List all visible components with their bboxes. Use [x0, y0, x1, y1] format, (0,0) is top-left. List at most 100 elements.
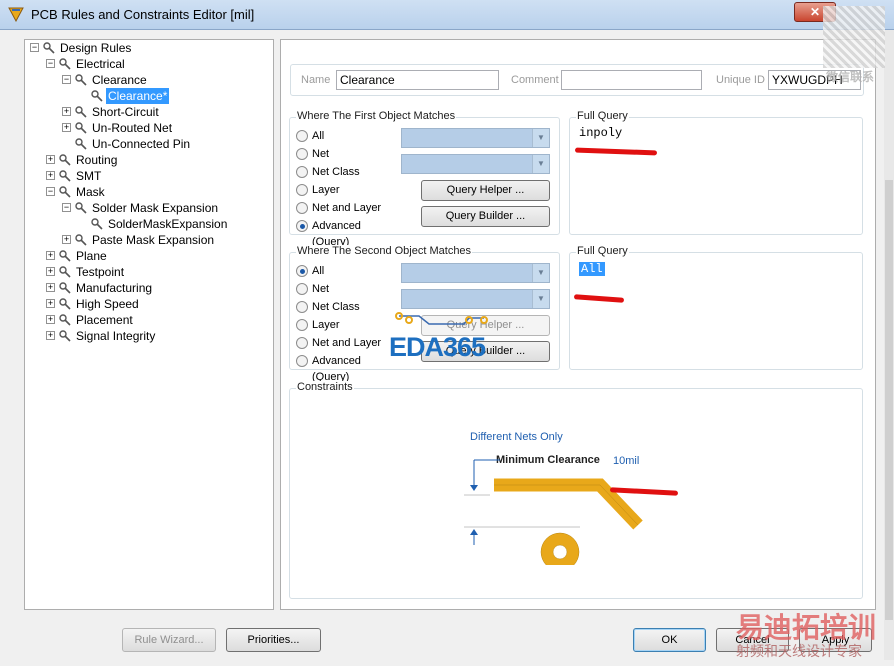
vertical-scrollbar[interactable] [884, 30, 894, 660]
first-query-helper-button[interactable]: Query Helper ... [421, 180, 550, 201]
chevron-down-icon: ▼ [532, 290, 549, 308]
expand-icon[interactable]: + [62, 123, 71, 132]
expand-icon[interactable]: + [46, 315, 55, 324]
scrollbar-thumb[interactable] [885, 180, 893, 620]
tree-item[interactable]: + Placement [25, 312, 273, 328]
radio-button[interactable] [296, 265, 308, 277]
first-netclass-combo[interactable]: ▼ [401, 154, 550, 174]
collapse-icon[interactable]: − [62, 203, 71, 212]
first-radio-option[interactable]: Layer [296, 182, 400, 198]
priorities-button[interactable]: Priorities... [226, 628, 321, 652]
radio-label: All [312, 265, 325, 277]
radio-label: Layer [312, 184, 340, 196]
expand-icon[interactable]: + [62, 107, 71, 116]
rule-panel: Name Clearance Comment Unique ID YXWUGDP… [280, 39, 876, 610]
tree-item[interactable]: − Mask [25, 184, 273, 200]
tree-item-label: Placement [76, 313, 133, 327]
radio-button[interactable] [296, 166, 308, 178]
first-radio-option[interactable]: Net and Layer [296, 200, 400, 216]
first-radio-option[interactable]: Net [296, 146, 400, 162]
expand-icon[interactable]: + [46, 251, 55, 260]
tree-item[interactable]: + SMT [25, 168, 273, 184]
first-full-query-text[interactable]: inpoly [579, 126, 622, 140]
tree-item[interactable]: − Solder Mask Expansion [25, 200, 273, 216]
second-radio-option[interactable]: Layer [296, 317, 400, 333]
tree-item-label: Signal Integrity [76, 329, 156, 343]
second-radio-option[interactable]: Net [296, 281, 400, 297]
tree-item[interactable]: + Manufacturing [25, 280, 273, 296]
rule-icon [59, 58, 71, 70]
radio-button[interactable] [296, 337, 308, 349]
first-radio-option[interactable]: Net Class [296, 164, 400, 180]
collapse-icon[interactable]: − [30, 43, 39, 52]
expand-icon[interactable]: + [46, 171, 55, 180]
radio-button[interactable] [296, 283, 308, 295]
tree-item-label: Un-Connected Pin [92, 137, 191, 151]
tree-item[interactable]: + Un-Routed Net [25, 120, 273, 136]
second-radio-option[interactable]: Net Class [296, 299, 400, 315]
tree-item[interactable]: + Short-Circuit [25, 104, 273, 120]
collapse-icon[interactable]: − [62, 75, 71, 84]
rule-icon [59, 314, 71, 326]
tree-item[interactable]: − Electrical [25, 56, 273, 72]
red-annotation-mark [574, 147, 658, 156]
window-title: PCB Rules and Constraints Editor [mil] [31, 7, 255, 22]
second-full-query-text[interactable]: All [579, 262, 605, 276]
radio-label: Net and Layer [312, 202, 382, 214]
radio-button[interactable] [296, 130, 308, 142]
collapse-icon[interactable]: − [46, 59, 55, 68]
tree-item[interactable]: + Testpoint [25, 264, 273, 280]
radio-button[interactable] [296, 319, 308, 331]
second-radio-option[interactable]: All [296, 263, 400, 279]
rule-icon [59, 282, 71, 294]
rule-icon [43, 42, 55, 54]
rule-icon [59, 298, 71, 310]
radio-button[interactable] [296, 355, 308, 367]
expand-icon[interactable]: + [62, 235, 71, 244]
expand-icon[interactable]: + [46, 155, 55, 164]
ok-button[interactable]: OK [633, 628, 706, 652]
rules-tree[interactable]: − Design Rules − Electrical − Clearance Cleara… [24, 39, 274, 610]
tree-item[interactable]: + Paste Mask Expansion [25, 232, 273, 248]
second-radio-option[interactable]: Advanced (Query) [296, 353, 400, 383]
name-field[interactable]: Clearance [336, 70, 499, 90]
radio-button[interactable] [296, 220, 308, 232]
tree-item[interactable]: + Signal Integrity [25, 328, 273, 344]
collapse-icon[interactable]: − [46, 187, 55, 196]
radio-label: Net Class [312, 301, 360, 313]
chevron-down-icon: ▼ [532, 264, 549, 282]
radio-button[interactable] [296, 202, 308, 214]
tree-item[interactable]: + High Speed [25, 296, 273, 312]
chinese-watermark-subtext: 射频和天线设计专家 [736, 643, 862, 659]
comment-field[interactable] [561, 70, 702, 90]
first-radio-option[interactable]: Advanced (Query) [296, 218, 400, 248]
expand-icon[interactable]: + [46, 283, 55, 292]
rule-icon [59, 154, 71, 166]
first-query-builder-button[interactable]: Query Builder ... [421, 206, 550, 227]
expand-icon[interactable]: + [46, 299, 55, 308]
close-icon: ✕ [809, 5, 821, 19]
second-net-combo[interactable]: ▼ [401, 263, 550, 283]
tree-item[interactable]: + Plane [25, 248, 273, 264]
tree-item[interactable]: Clearance* [25, 88, 273, 104]
first-radio-option[interactable]: All [296, 128, 400, 144]
tree-item[interactable]: − Clearance [25, 72, 273, 88]
first-net-combo[interactable]: ▼ [401, 128, 550, 148]
radio-label: Net [312, 148, 330, 160]
radio-label: All [312, 130, 325, 142]
expand-icon[interactable]: + [46, 331, 55, 340]
radio-button[interactable] [296, 301, 308, 313]
eda365-text: EDA365 [389, 332, 486, 362]
rule-wizard-button[interactable]: Rule Wizard... [122, 628, 216, 652]
expand-icon[interactable]: + [46, 267, 55, 276]
radio-button[interactable] [296, 148, 308, 160]
tree-item[interactable]: − Design Rules [25, 40, 273, 56]
tree-item[interactable]: SolderMaskExpansion [25, 216, 273, 232]
chevron-down-icon: ▼ [532, 155, 549, 173]
second-radio-option[interactable]: Net and Layer [296, 335, 400, 351]
radio-button[interactable] [296, 184, 308, 196]
chinese-watermark-text: 易迪拓培训 [736, 612, 877, 643]
tree-item[interactable]: Un-Connected Pin [25, 136, 273, 152]
rule-icon [59, 170, 71, 182]
tree-item[interactable]: + Routing [25, 152, 273, 168]
